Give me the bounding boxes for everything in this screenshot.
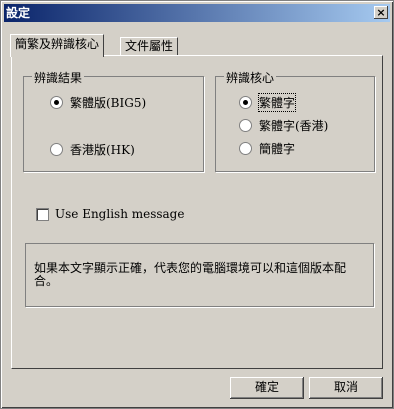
tab-label: 文件屬性 <box>125 39 174 53</box>
checkbox-icon <box>36 207 49 221</box>
settings-dialog: 設定 × 簡繁及辨識核心 文件屬性 辨識結果 繁體版(BIG5) 香港版(HK)… <box>0 0 394 409</box>
ok-button[interactable]: 確定 <box>230 377 304 399</box>
radio-label: 香港版(HK) <box>70 143 135 157</box>
radio-button-icon <box>239 96 252 109</box>
radio-traditional[interactable]: 繁體字 <box>239 93 297 112</box>
radio-label: 簡體字 <box>259 142 296 156</box>
radio-big5[interactable]: 繁體版(BIG5) <box>50 94 146 111</box>
radio-simplified[interactable]: 簡體字 <box>239 140 295 157</box>
core-groupbox: 辨識核心 繁體字 繁體字(香港) 簡體字 <box>215 69 375 172</box>
window-title: 設定 <box>6 6 31 20</box>
radio-button-icon <box>239 119 252 132</box>
tab-label: 簡繁及辨識核心 <box>15 37 100 51</box>
radio-hk[interactable]: 香港版(HK) <box>50 141 135 158</box>
radio-label: 繁體字 <box>257 93 297 112</box>
cancel-button[interactable]: 取消 <box>309 377 383 399</box>
radio-label: 繁體字(香港) <box>259 119 329 133</box>
radio-button-icon <box>50 143 63 156</box>
tab-document-properties[interactable]: 文件屬性 <box>120 37 179 56</box>
close-icon: × <box>376 6 386 19</box>
tab-panel: 辨識結果 繁體版(BIG5) 香港版(HK) 辨識核心 繁體字 繁體字(香港) <box>11 55 383 369</box>
close-button[interactable]: × <box>374 6 388 19</box>
button-label: 確定 <box>254 380 279 394</box>
radio-label: 繁體版(BIG5) <box>70 96 147 110</box>
button-label: 取消 <box>333 380 358 394</box>
title-bar[interactable]: 設定 × <box>4 4 390 22</box>
tab-conversion-core[interactable]: 簡繁及辨識核心 <box>10 34 105 57</box>
english-message-checkbox[interactable]: Use English message <box>36 207 184 221</box>
radio-traditional-hk[interactable]: 繁體字(香港) <box>239 117 328 134</box>
radio-button-icon <box>50 96 63 109</box>
result-group-label: 辨識結果 <box>32 69 85 86</box>
result-groupbox: 辨識結果 繁體版(BIG5) 香港版(HK) <box>23 69 204 172</box>
checkbox-label: Use English message <box>55 207 185 221</box>
radio-button-icon <box>239 142 252 155</box>
core-group-label: 辨識核心 <box>224 69 277 86</box>
